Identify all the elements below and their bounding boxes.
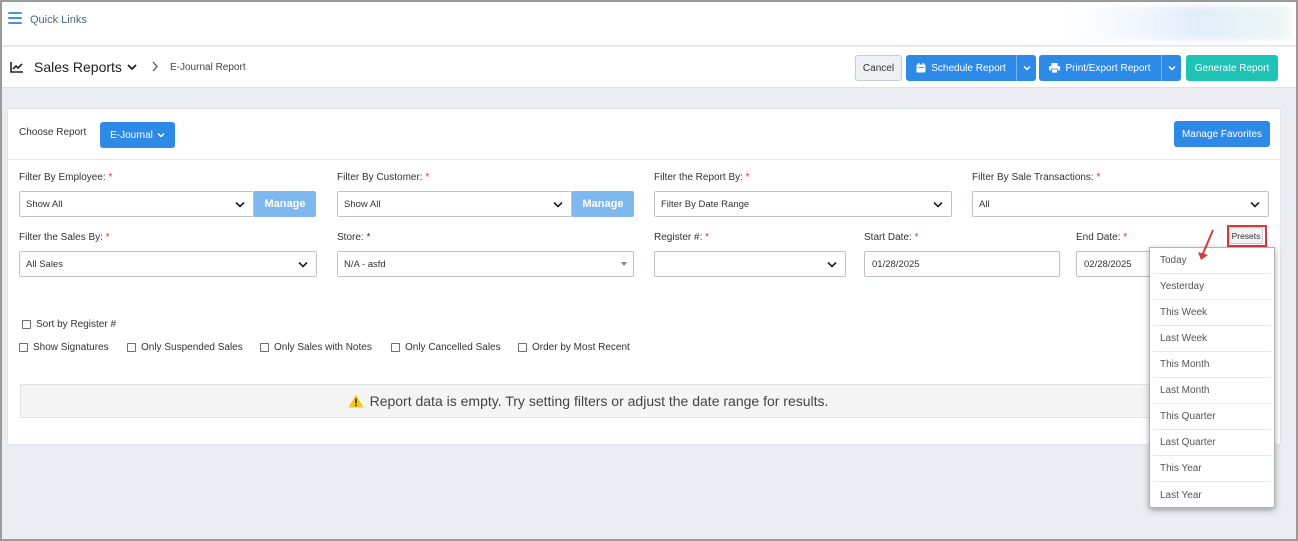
chevron-down-icon: [157, 132, 165, 138]
warning-icon: [348, 394, 364, 408]
print-export-label: Print/Export Report: [1065, 62, 1151, 74]
customer-select[interactable]: Show All: [337, 191, 572, 217]
print-export-button[interactable]: Print/Export Report: [1039, 55, 1181, 81]
quick-links-bar: Quick Links: [2, 2, 1296, 46]
breadcrumb-current: E-Journal Report: [170, 62, 246, 73]
cancel-button[interactable]: Cancel: [855, 55, 902, 81]
register-filter-label: Register #: *: [654, 232, 710, 243]
employee-filter-label: Filter By Employee: *: [19, 172, 113, 183]
sale-transactions-filter-label: Filter By Sale Transactions: *: [972, 172, 1101, 183]
page-title[interactable]: Sales Reports: [34, 59, 122, 75]
only-cancelled-checkbox[interactable]: Only Cancelled Sales: [391, 342, 501, 353]
employee-select[interactable]: Show All: [19, 191, 254, 217]
print-export-dropdown-toggle[interactable]: [1161, 55, 1181, 81]
sort-register-checkbox[interactable]: Sort by Register #: [22, 319, 116, 330]
preset-item[interactable]: Last Month: [1153, 378, 1271, 404]
annotation-arrow-icon: [1198, 229, 1214, 260]
store-filter-label: Store: *: [337, 232, 371, 243]
show-signatures-checkbox[interactable]: Show Signatures: [19, 342, 109, 353]
report-card: Choose Report E-Journal Manage Favorites…: [7, 108, 1281, 445]
choose-report-label: Choose Report: [19, 127, 87, 138]
presets-dropdown-menu: Today Yesterday This Week Last Week This…: [1149, 247, 1275, 508]
report-by-select[interactable]: Filter By Date Range: [654, 191, 952, 217]
preset-item[interactable]: This Month: [1153, 352, 1271, 378]
preset-item[interactable]: Last Quarter: [1153, 430, 1271, 456]
preset-item[interactable]: Last Week: [1153, 326, 1271, 352]
calendar-icon: [916, 63, 926, 73]
order-recent-checkbox[interactable]: Order by Most Recent: [518, 342, 630, 353]
empty-report-message: Report data is empty. Try setting filter…: [20, 384, 1156, 418]
chevron-down-icon: [933, 201, 943, 208]
report-by-filter-label: Filter the Report By: *: [654, 172, 750, 183]
chevron-down-icon: [1250, 201, 1260, 208]
chevron-down-icon: [235, 201, 245, 208]
preset-item[interactable]: This Year: [1153, 456, 1271, 482]
caret-down-icon: [621, 262, 627, 266]
presets-button[interactable]: Presets: [1229, 227, 1263, 244]
printer-icon: [1049, 63, 1061, 73]
chevron-down-icon: [553, 201, 563, 208]
chevron-down-icon: [827, 261, 837, 268]
chevron-down-icon: [298, 261, 308, 268]
line-chart-icon: [10, 62, 23, 73]
blurred-region: [1060, 6, 1290, 40]
breadcrumb-chevron-right-icon: [152, 61, 158, 72]
sales-by-select[interactable]: All Sales: [19, 251, 317, 277]
chevron-down-icon: [1022, 65, 1031, 71]
end-date-label: End Date: *: [1076, 232, 1128, 243]
only-suspended-checkbox[interactable]: Only Suspended Sales: [127, 342, 243, 353]
report-select-label: E-Journal: [110, 129, 153, 141]
menu-icon[interactable]: [8, 12, 22, 24]
chevron-down-icon[interactable]: [127, 63, 137, 71]
report-header: Sales Reports E-Journal Report Cancel Sc…: [2, 47, 1296, 88]
end-date-input[interactable]: 02/28/2025: [1076, 251, 1156, 277]
sale-transactions-select[interactable]: All: [972, 191, 1269, 217]
only-notes-checkbox[interactable]: Only Sales with Notes: [260, 342, 372, 353]
preset-item[interactable]: This Week: [1153, 300, 1271, 326]
manage-favorites-button[interactable]: Manage Favorites: [1174, 121, 1270, 147]
schedule-report-label: Schedule Report: [931, 62, 1006, 74]
manage-customer-button[interactable]: Manage: [572, 191, 634, 217]
quick-links-label[interactable]: Quick Links: [30, 14, 87, 26]
store-select[interactable]: N/A - asfd: [337, 251, 634, 277]
divider: [8, 159, 1280, 160]
preset-item[interactable]: This Quarter: [1153, 404, 1271, 430]
sales-by-filter-label: Filter the Sales By: *: [19, 232, 110, 243]
schedule-report-button[interactable]: Schedule Report: [906, 55, 1036, 81]
start-date-label: Start Date: *: [864, 232, 919, 243]
chevron-down-icon: [1167, 65, 1176, 71]
register-select[interactable]: [654, 251, 846, 277]
report-select-button[interactable]: E-Journal: [100, 122, 175, 148]
customer-filter-label: Filter By Customer: *: [337, 172, 430, 183]
start-date-input[interactable]: 01/28/2025: [864, 251, 1060, 277]
preset-item[interactable]: Last Year: [1153, 482, 1271, 508]
preset-item[interactable]: Yesterday: [1153, 274, 1271, 300]
manage-employee-button[interactable]: Manage: [254, 191, 316, 217]
schedule-report-dropdown-toggle[interactable]: [1016, 55, 1036, 81]
generate-report-button[interactable]: Generate Report: [1186, 55, 1278, 81]
